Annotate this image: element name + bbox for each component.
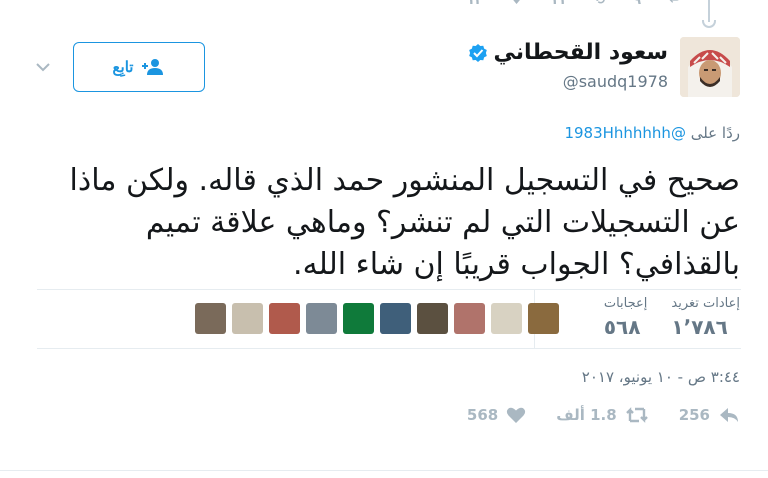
liker-avatars [195, 303, 559, 334]
like-button[interactable]: 568 [467, 406, 526, 424]
retweets-value: ١٬٧٨٦ [671, 315, 728, 339]
reply-context-prefix: ردًا على [690, 124, 740, 142]
tweet-bottom-border [0, 470, 768, 471]
liker-avatar[interactable] [306, 303, 337, 334]
tweet-text: صحيح في التسجيل المنشور حمد الذي قاله. و… [69, 163, 740, 282]
reply-mention-link[interactable]: @1983Hhhhhhh [564, 124, 686, 142]
retweets-label: إعادات تغريد [671, 296, 740, 311]
author-display-name[interactable]: سعود القحطاني [494, 40, 669, 65]
previous-tweet-actions: ↩ ٩ ⟲ ١١ ♥ ١٢ [410, 0, 680, 8]
tweet-stats: إعادات تغريد ١٬٧٨٦ إعجابات ٥٦٨ [580, 296, 740, 339]
divider-top [37, 289, 741, 290]
reply-count: 256 [678, 406, 710, 424]
chevron-down-icon[interactable] [36, 62, 50, 72]
like-count: 568 [466, 406, 499, 424]
reply-button[interactable]: 256 [679, 406, 740, 424]
follow-button-label: تابِع [112, 59, 134, 76]
retweet-count: 1.8 ألف [556, 406, 617, 424]
liker-avatar[interactable] [491, 303, 522, 334]
add-user-icon [142, 59, 164, 75]
thread-connector-end [702, 20, 716, 28]
liker-avatar[interactable] [417, 303, 448, 334]
author-name-row[interactable]: سعود القحطاني [468, 40, 669, 65]
retweets-stat[interactable]: إعادات تغريد ١٬٧٨٦ [671, 296, 740, 339]
liker-avatar[interactable] [454, 303, 485, 334]
retweet-button[interactable]: 1.8 ألف [556, 406, 648, 424]
likes-value: ٥٦٨ [603, 315, 641, 339]
likes-label: إعجابات [603, 296, 648, 311]
liker-avatar[interactable] [343, 303, 374, 334]
avatar-image [680, 37, 740, 97]
heart-icon [507, 407, 526, 423]
prev-retweet-count: ١١ [550, 0, 567, 8]
prev-heart-icon[interactable]: ♥ [511, 0, 523, 8]
liker-avatar[interactable] [195, 303, 226, 334]
reply-context: ردًا على @1983Hhhhhhh [564, 124, 740, 142]
tweet-actions: 256 1.8 ألف 568 [467, 406, 740, 424]
author-handle[interactable]: @saudq1978 [563, 72, 668, 91]
liker-avatar[interactable] [269, 303, 300, 334]
thread-connector-line [708, 0, 710, 22]
tweet-timestamp[interactable]: ٣:٤٤ ص - ١٠ يونيو، ٢٠١٧ [582, 368, 740, 386]
follow-button[interactable]: تابِع [73, 42, 205, 92]
avatar[interactable] [680, 37, 740, 97]
prev-reply-count: ٩ [633, 0, 642, 8]
prev-like-count: ١٢ [466, 0, 483, 8]
retweet-icon [625, 407, 648, 423]
likes-stat[interactable]: إعجابات ٥٦٨ [604, 296, 648, 339]
reply-icon [720, 408, 738, 422]
liker-avatar[interactable] [232, 303, 263, 334]
liker-avatar[interactable] [380, 303, 411, 334]
verified-badge-icon [468, 43, 487, 62]
prev-retweet-icon[interactable]: ⟲ [594, 0, 605, 8]
divider-bottom [37, 348, 741, 349]
liker-avatar[interactable] [528, 303, 559, 334]
prev-reply-icon[interactable]: ↩ [669, 0, 680, 8]
